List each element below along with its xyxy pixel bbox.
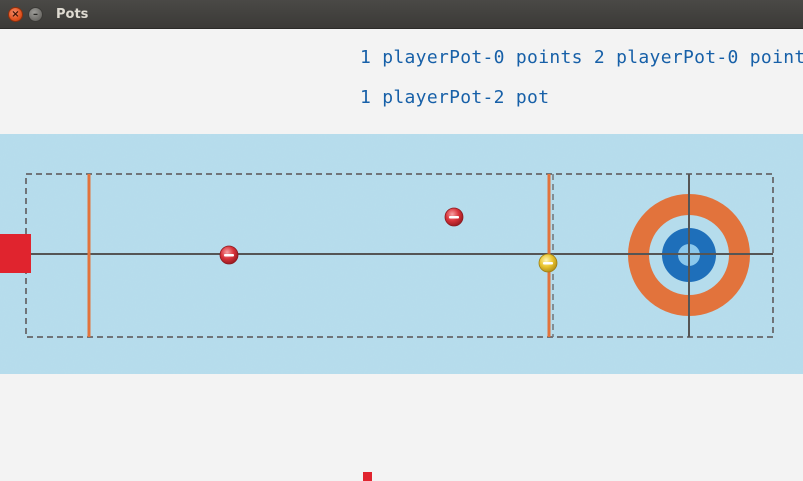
minimize-icon[interactable]: – (28, 7, 43, 22)
close-icon[interactable]: × (8, 7, 23, 22)
thrower-marker[interactable] (0, 234, 31, 273)
yellow-stone-1[interactable] (538, 253, 558, 273)
red-stone-1[interactable] (219, 245, 239, 265)
curling-sheet[interactable] (0, 134, 803, 374)
red-stone-2[interactable] (444, 207, 464, 227)
aim-marker[interactable] (363, 472, 372, 481)
window-title: Pots (56, 7, 89, 22)
title-bar: × – Pots (0, 0, 803, 29)
score-line-pots: 1 playerPot-2 pot (360, 87, 550, 108)
score-line-points: 1 playerPot-0 points 2 playerPot-0 point… (360, 47, 803, 68)
